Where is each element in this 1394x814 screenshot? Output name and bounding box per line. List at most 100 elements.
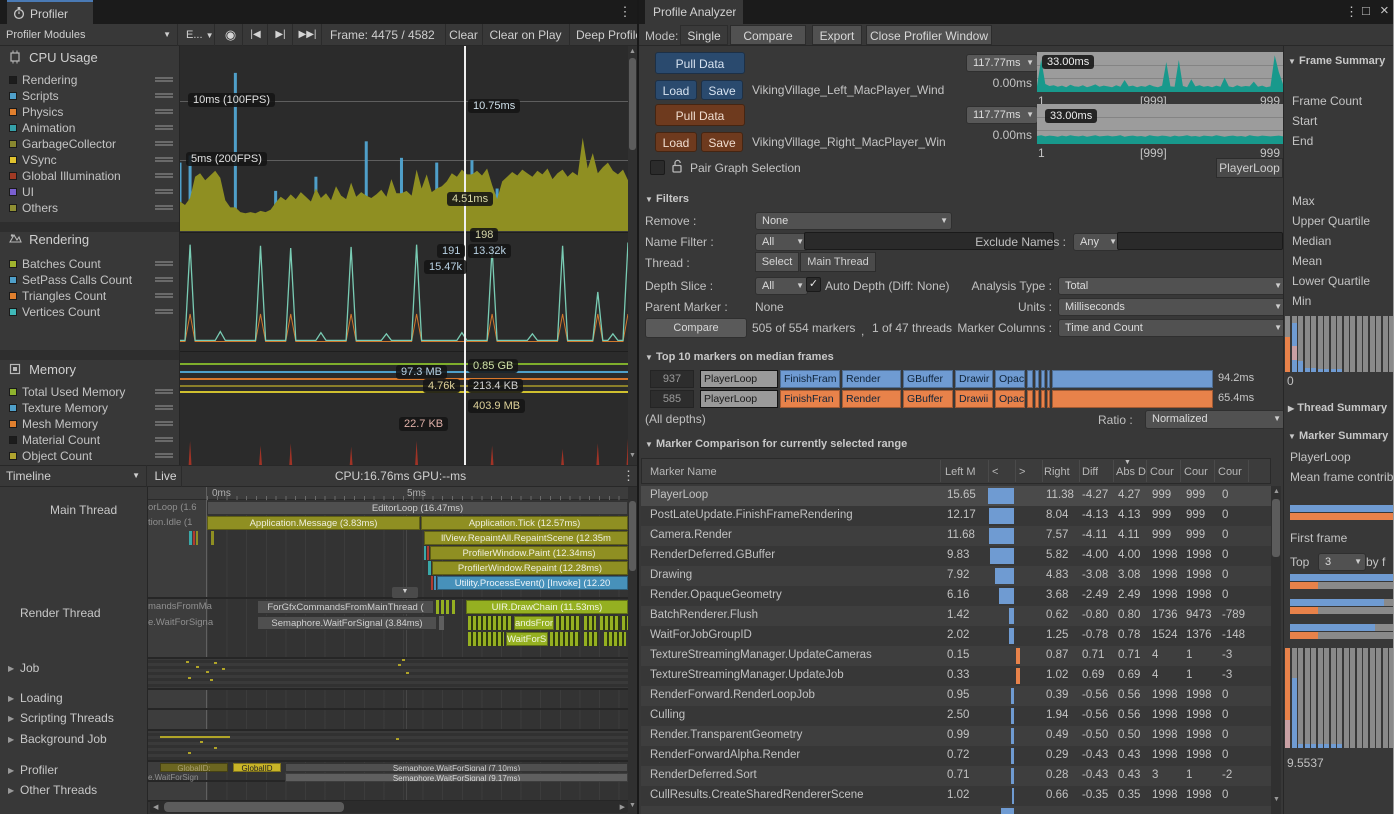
top10-frame-number[interactable]: 585 (650, 390, 694, 408)
name-filter-mode-dropdown[interactable]: All▼ (755, 233, 808, 251)
timeline-span[interactable]: WaitForSig (506, 632, 548, 646)
table-row[interactable]: RenderForwardAlpha.Render0.720.29-0.430.… (641, 746, 1271, 766)
live-button[interactable]: Live (150, 465, 182, 487)
table-row[interactable]: Drawing7.924.83-3.083.08199819980 (641, 566, 1271, 586)
chart-scrollbar[interactable]: ▲ ▼ (628, 46, 637, 465)
column-divider[interactable] (1042, 460, 1043, 482)
table-row[interactable]: RenderForward.RenderLoopJob0.950.39-0.56… (641, 686, 1271, 706)
drag-handle-icon[interactable] (155, 260, 173, 267)
foldout-icon[interactable]: ▶ (8, 735, 14, 744)
table-row[interactable]: TextureStreamingManager.UpdateCameras0.1… (641, 646, 1271, 666)
maximize-button[interactable]: □ (1362, 3, 1376, 19)
timeline-span[interactable] (468, 616, 512, 630)
units-dropdown[interactable]: Milliseconds▼ (1058, 298, 1286, 316)
drag-handle-icon[interactable] (155, 292, 173, 299)
top10-frame-number[interactable]: 937 (650, 370, 694, 388)
deep-profile-button[interactable]: Deep Profile (569, 24, 637, 46)
timeline-view-dropdown[interactable]: Timeline ▼ (0, 465, 147, 487)
module-item-triangles-count[interactable]: Triangles Count (0, 288, 179, 304)
timeline-span[interactable]: ProfilerWindow.Paint (12.34ms) (430, 546, 628, 560)
table-row[interactable]: WaitForJobGroupID2.021.25-0.780.78152413… (641, 626, 1271, 646)
marker-summary-header[interactable]: ▼ Marker Summary (1288, 430, 1388, 442)
timeline-span[interactable] (211, 531, 214, 545)
save-left-button[interactable]: Save (701, 80, 743, 100)
timeline-span[interactable] (431, 576, 433, 590)
tab-profiler[interactable]: Profiler (7, 0, 93, 24)
compare-button[interactable]: Compare (645, 318, 747, 338)
timeline-hscroll-thumb[interactable] (164, 802, 344, 812)
column-divider[interactable] (988, 460, 989, 482)
module-header-memory[interactable]: Memory (8, 362, 76, 377)
timeline-span[interactable]: e.WaitForSign (148, 773, 248, 782)
top10-segment[interactable]: Drawir (955, 370, 993, 388)
next-frame-button[interactable]: ▶| (269, 24, 293, 46)
timeline-span[interactable]: tion.Idle (1 (148, 516, 205, 530)
profiler-menu-button[interactable]: ⋮ (618, 4, 632, 20)
timeline-span[interactable] (424, 546, 426, 560)
filters-header[interactable]: ▼ Filters (645, 193, 689, 205)
module-header-rendering[interactable]: Rendering (8, 232, 89, 247)
timeline-span[interactable]: Semaphore.WaitForSignal (7.10ms) (285, 763, 628, 772)
timeline-span[interactable] (434, 576, 436, 590)
pull-data-right-button[interactable]: Pull Data (655, 104, 745, 126)
column-header[interactable]: Marker Name (650, 466, 717, 478)
column-header[interactable]: Abs D (1116, 466, 1146, 478)
scroll-down-icon[interactable]: ▼ (1273, 796, 1280, 803)
timeline-span[interactable] (427, 546, 429, 560)
table-row[interactable]: Camera.Render11.687.57-4.114.119999990 (641, 526, 1271, 546)
timeline-span[interactable] (436, 600, 439, 614)
top10-segment[interactable]: PlayerLoop (700, 390, 778, 408)
scroll-down-icon[interactable]: ▼ (629, 452, 636, 459)
module-header-cpu[interactable]: CPU Usage (8, 50, 98, 65)
table-row[interactable]: Culling2.501.94-0.560.56199819980 (641, 706, 1271, 726)
timeline-span[interactable]: orLoop (1.6 (148, 501, 205, 515)
timeline-span[interactable] (468, 632, 504, 646)
scroll-down-icon[interactable]: ▼ (629, 802, 636, 809)
timeline-span[interactable]: mandsFromMa (148, 600, 254, 614)
column-divider[interactable] (1214, 460, 1215, 482)
top10-segment[interactable]: Opac (995, 390, 1025, 408)
top10-segment[interactable]: FinishFram (780, 370, 840, 388)
foldout-icon[interactable]: ▶ (8, 766, 14, 775)
table-scrollbar[interactable]: ▲ ▼ (1271, 486, 1281, 814)
table-row[interactable]: Render.TransparentGeometry0.990.49-0.500… (641, 726, 1271, 746)
timeline-vscroll-thumb[interactable] (629, 501, 636, 571)
drag-handle-icon[interactable] (155, 156, 173, 163)
module-item-texture-memory[interactable]: Texture Memory (0, 400, 179, 416)
collapse-threads-button[interactable]: ▼ (392, 587, 418, 598)
module-item-batches-count[interactable]: Batches Count (0, 256, 179, 272)
drag-handle-icon[interactable] (155, 204, 173, 211)
column-divider[interactable] (940, 460, 941, 482)
auto-depth-checkbox[interactable]: ✓ (806, 277, 821, 292)
top10-segment[interactable] (1035, 370, 1039, 388)
close-profiler-window-button[interactable]: Close Profiler Window (866, 25, 992, 45)
drag-handle-icon[interactable] (155, 436, 173, 443)
drag-handle-icon[interactable] (155, 452, 173, 459)
top10-segment[interactable]: FinishFran (780, 390, 840, 408)
drag-handle-icon[interactable] (155, 76, 173, 83)
timeline-span[interactable] (584, 616, 596, 630)
drag-handle-icon[interactable] (155, 172, 173, 179)
top10-segment[interactable] (1035, 390, 1039, 408)
prev-frame-button[interactable]: |◀ (244, 24, 268, 46)
column-header[interactable]: Cour (1150, 466, 1174, 478)
render-chart[interactable] (180, 232, 628, 351)
pair-graph-checkbox[interactable] (650, 160, 665, 175)
foldout-icon[interactable]: ▶ (8, 694, 14, 703)
timeline-span[interactable]: andsFrom (514, 616, 554, 630)
timeline-span[interactable]: Semaphore.WaitForSignal (3.84ms) (257, 616, 437, 630)
table-row[interactable]: PostLateUpdate.FinishFrameRendering12.17… (641, 506, 1271, 526)
record-button[interactable]: ◉ (219, 24, 243, 46)
table-row[interactable]: PlayerLoop15.6511.38-4.274.279999990 (641, 486, 1271, 506)
timeline-span[interactable]: llView.RepaintAll.RepaintScene (12.35m (424, 531, 628, 545)
module-item-setpass-calls-count[interactable]: SetPass Calls Count (0, 272, 179, 288)
timeline-span[interactable] (189, 531, 192, 545)
top10-segment[interactable] (1052, 390, 1213, 408)
timeline-span[interactable]: ForGfxCommandsFromMainThread ( (257, 600, 434, 614)
top10-segment[interactable]: Render (842, 370, 901, 388)
thread-row-other-threads[interactable]: ▶Other Threads (0, 783, 147, 799)
clear-on-play-button[interactable]: Clear on Play (482, 24, 568, 46)
column-header[interactable]: Cour (1218, 466, 1242, 478)
column-header[interactable]: Left M (945, 466, 976, 478)
analyzer-menu-button[interactable]: ⋮ (1345, 4, 1357, 20)
